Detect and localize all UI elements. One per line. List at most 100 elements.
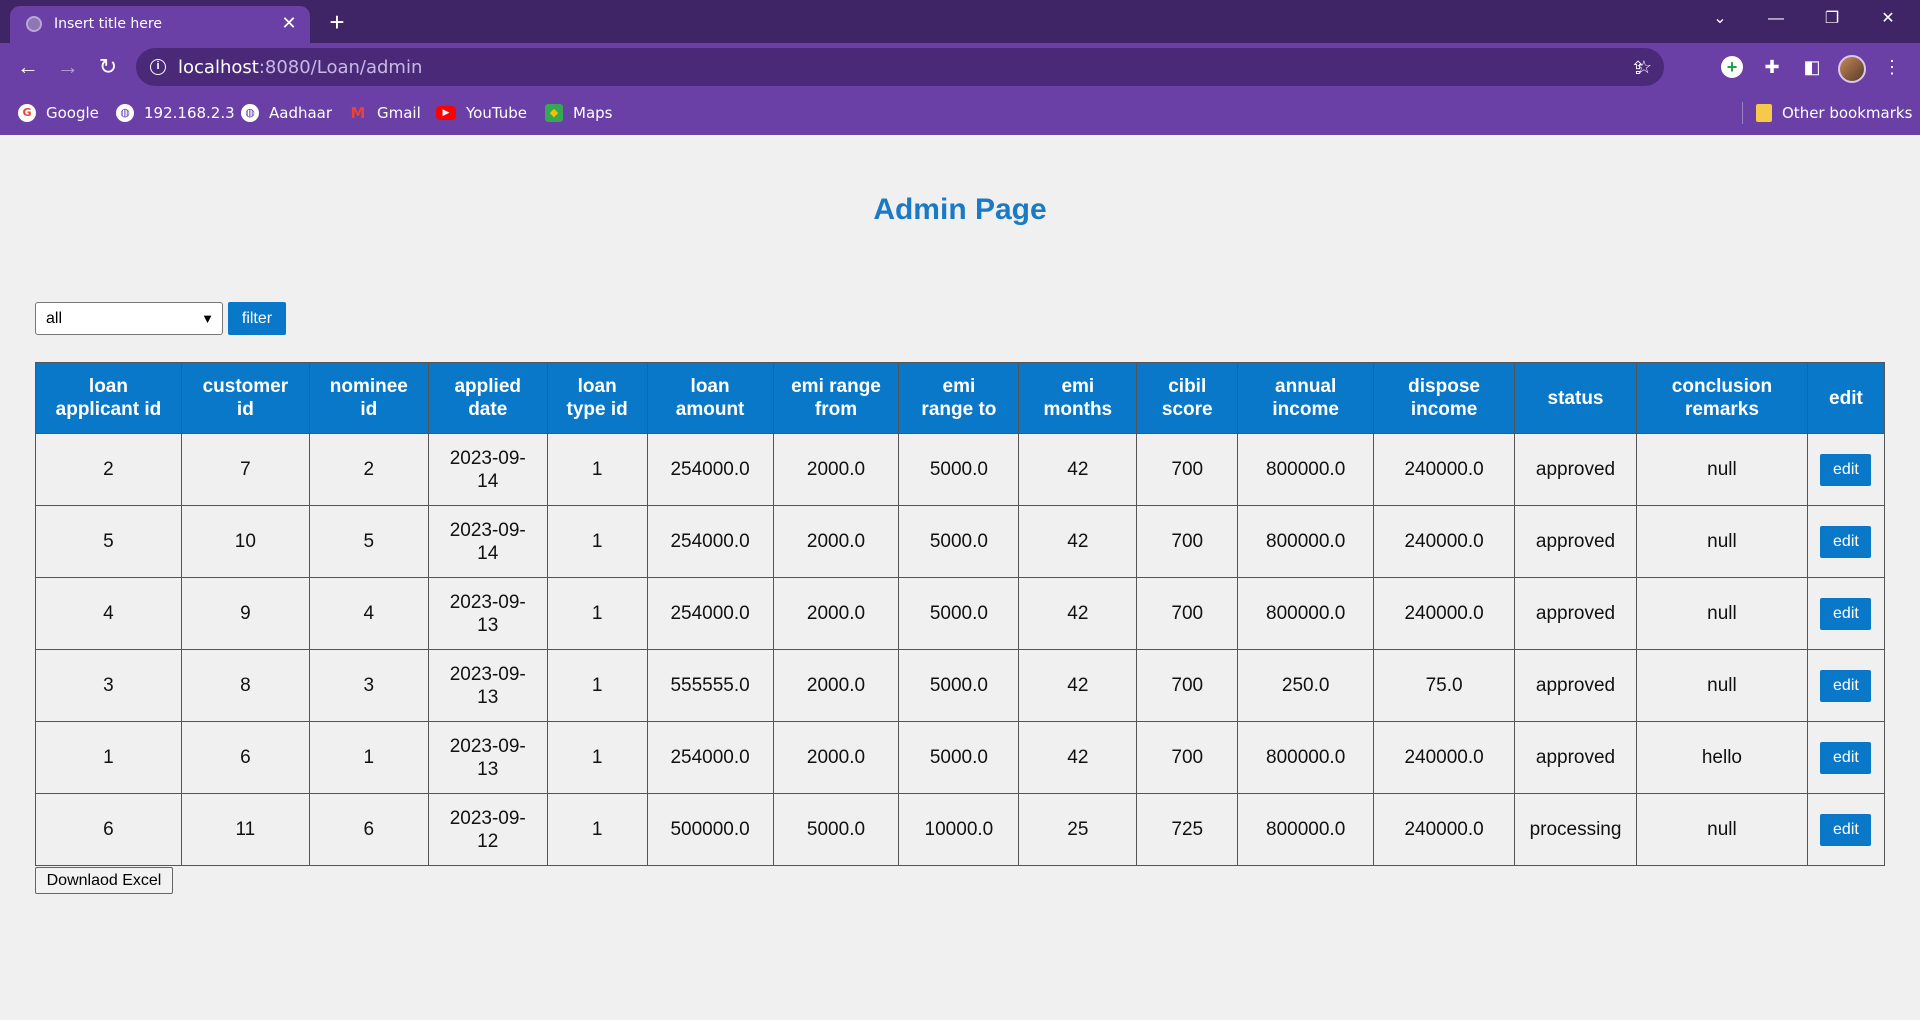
- cell-emi-from: 5000.0: [772, 793, 900, 866]
- column-header-line: date: [468, 399, 508, 420]
- url-text[interactable]: localhost:8080/Loan/admin: [178, 57, 422, 78]
- status-filter-select[interactable]: all ▼: [35, 302, 223, 335]
- cell-nominee-id: 3: [308, 649, 429, 722]
- new-tab-button[interactable]: +: [322, 8, 352, 38]
- cell-edit: edit: [1806, 505, 1886, 578]
- filter-button[interactable]: filter: [228, 302, 286, 335]
- extension-add-icon[interactable]: +: [1721, 56, 1743, 78]
- bookmark-gmail[interactable]: M Gmail: [349, 102, 421, 124]
- column-header-line: emi: [942, 376, 976, 397]
- extensions-puzzle-icon[interactable]: ✚: [1758, 53, 1786, 81]
- reload-icon[interactable]: ↻: [92, 51, 124, 83]
- forward-arrow-icon[interactable]: →: [52, 51, 84, 83]
- cell-remarks: null: [1636, 505, 1808, 578]
- cell-annual-income: 800000.0: [1237, 793, 1375, 866]
- column-header: emi range from: [772, 362, 900, 434]
- cell-emi-months: 42: [1018, 577, 1138, 650]
- column-header: emi months: [1018, 362, 1138, 434]
- table-header-row: loan applicant id customer id nominee id appli…: [35, 362, 1886, 434]
- date-line: 13: [477, 686, 499, 708]
- tab-title: Insert title here: [54, 16, 162, 32]
- edit-button[interactable]: edit: [1820, 813, 1872, 846]
- column-header-line: customer: [202, 376, 289, 397]
- edit-button[interactable]: edit: [1820, 669, 1872, 702]
- column-header-line: cibil: [1168, 376, 1207, 397]
- cell-nominee-id: 1: [308, 721, 429, 794]
- cell-loan-amount: 254000.0: [646, 505, 774, 578]
- active-tab[interactable]: Insert title here ✕: [10, 6, 310, 43]
- column-header-line: applicant id: [55, 399, 162, 420]
- restore-button[interactable]: ❐: [1804, 0, 1860, 38]
- edit-button[interactable]: edit: [1820, 453, 1872, 486]
- date-line: 2023-09-: [449, 807, 526, 829]
- cell-loan-amount: 254000.0: [646, 433, 774, 506]
- column-header: loan amount: [646, 362, 774, 434]
- minimize-button[interactable]: —: [1748, 0, 1804, 38]
- browser-toolbar: ← → ↻ i localhost:8080/Loan/admin ⇪ ☆ + …: [0, 43, 1920, 90]
- edit-button[interactable]: edit: [1820, 741, 1872, 774]
- date-line: 12: [477, 830, 499, 852]
- bookmark-star-icon[interactable]: ☆: [1630, 53, 1658, 81]
- date-line: 14: [477, 542, 499, 564]
- column-header-line: loan: [577, 376, 617, 397]
- loan-applications-table: loan applicant id customer id nominee id appli…: [35, 362, 1886, 866]
- cell-status: processing: [1514, 793, 1637, 866]
- site-info-icon[interactable]: i: [150, 59, 166, 75]
- cell-remarks: null: [1636, 577, 1808, 650]
- cell-annual-income: 800000.0: [1237, 577, 1375, 650]
- address-bar[interactable]: i localhost:8080/Loan/admin ⇪: [136, 48, 1664, 86]
- edit-button[interactable]: edit: [1820, 597, 1872, 630]
- column-header-line: applied: [454, 376, 521, 397]
- cell-emi-to: 5000.0: [898, 649, 1020, 722]
- back-arrow-icon[interactable]: ←: [12, 51, 44, 83]
- table-row: 2 7 2 2023-09- 14 1 254000.0 2000.0 5000.0 42 700 8…: [35, 433, 1886, 506]
- date-line: 2023-09-: [449, 735, 526, 757]
- cell-emi-months: 42: [1018, 649, 1138, 722]
- menu-kebab-icon[interactable]: ⋮: [1878, 53, 1906, 81]
- column-header-line: dispose: [1408, 376, 1480, 397]
- cell-dispose-income: 240000.0: [1373, 505, 1516, 578]
- side-panel-icon[interactable]: ◧: [1798, 53, 1826, 81]
- other-bookmarks[interactable]: Other bookmarks: [1756, 102, 1912, 124]
- bookmark-youtube[interactable]: ▶ YouTube: [436, 102, 527, 124]
- column-header-line: remarks: [1684, 399, 1759, 420]
- bookmark-maps[interactable]: ◆ Maps: [545, 102, 612, 124]
- tab-search-chevron-icon[interactable]: ⌄: [1692, 0, 1748, 38]
- profile-avatar[interactable]: [1838, 55, 1866, 83]
- date-line: 2023-09-: [449, 591, 526, 613]
- bookmark-aadhaar[interactable]: ◍ Aadhaar: [241, 102, 332, 124]
- column-header-line: income: [1410, 399, 1478, 420]
- page-favicon-icon: [26, 16, 42, 32]
- column-header: loan applicant id: [35, 362, 182, 434]
- cell-edit: edit: [1806, 433, 1886, 506]
- cell-edit: edit: [1806, 721, 1886, 794]
- bookmark-google[interactable]: G Google: [18, 102, 99, 124]
- download-excel-button[interactable]: Downlaod Excel: [35, 867, 173, 894]
- cell-status: approved: [1514, 505, 1637, 578]
- cell-loan-applicant-id: 1: [35, 721, 182, 794]
- cell-loan-applicant-id: 3: [35, 649, 182, 722]
- column-header-line: amount: [675, 399, 745, 420]
- cell-emi-to: 10000.0: [898, 793, 1020, 866]
- chevron-down-icon: ▼: [201, 311, 214, 326]
- cell-status: approved: [1514, 577, 1637, 650]
- close-tab-icon[interactable]: ✕: [278, 12, 300, 34]
- cell-cibil-score: 700: [1136, 649, 1239, 722]
- close-window-button[interactable]: ✕: [1860, 0, 1916, 38]
- cell-edit: edit: [1806, 793, 1886, 866]
- youtube-icon: ▶: [436, 106, 456, 120]
- cell-loan-type-id: 1: [546, 649, 648, 722]
- column-header: dispose income: [1373, 362, 1516, 434]
- column-header-line: emi range: [791, 376, 881, 397]
- date-line: 2023-09-: [449, 519, 526, 541]
- bookmark-ip[interactable]: ◍ 192.168.2.3: [116, 102, 235, 124]
- cell-emi-months: 25: [1018, 793, 1138, 866]
- cell-cibil-score: 700: [1136, 721, 1239, 794]
- column-header-line: type id: [566, 399, 628, 420]
- cell-annual-income: 250.0: [1237, 649, 1375, 722]
- column-header: nominee id: [308, 362, 429, 434]
- column-header-line: range to: [921, 399, 997, 420]
- edit-button[interactable]: edit: [1820, 525, 1872, 558]
- table-body: 2 7 2 2023-09- 14 1 254000.0 2000.0 5000.0 42 700 8…: [35, 433, 1886, 866]
- cell-customer-id: 11: [180, 793, 310, 866]
